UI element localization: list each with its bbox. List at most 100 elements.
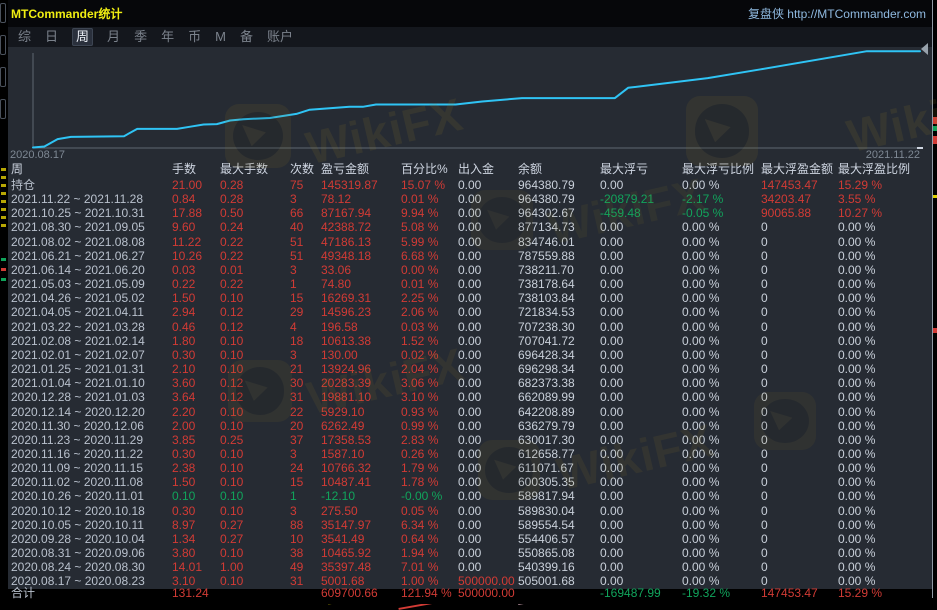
menu-item-M[interactable]: M — [215, 28, 226, 46]
bg-fragment — [933, 328, 937, 333]
menu-item-备[interactable]: 备 — [240, 28, 253, 46]
brand-link[interactable]: 复盘侠 http://MTCommander.com — [748, 5, 926, 22]
table-row[interactable]: 2020.12.28 ~ 2021.01.033.640.123119881.1… — [8, 390, 932, 404]
cell: 0.00 % — [838, 263, 932, 277]
cell: 0.00 — [458, 518, 518, 532]
cell: 0.00 % — [682, 277, 761, 291]
cell: 0.00 — [600, 249, 682, 263]
cell: 0.00 % — [682, 235, 761, 249]
cell: 0.10 — [220, 405, 290, 419]
table-row[interactable]: 2021.06.14 ~ 2021.06.200.030.01333.060.0… — [8, 263, 932, 277]
table-row[interactable]: 2021.01.25 ~ 2021.01.312.100.102113924.9… — [8, 362, 932, 376]
table-row[interactable]: 2021.10.25 ~ 2021.10.3117.880.506687167.… — [8, 206, 932, 220]
chart-end-date-label: 2021.11.22 — [866, 149, 920, 161]
column-header[interactable]: 最大手数 — [220, 161, 290, 178]
cell: 9.60 — [172, 220, 220, 234]
cell: 10465.92 — [321, 546, 401, 560]
table-row[interactable]: 2021.11.22 ~ 2021.11.280.840.28378.120.0… — [8, 192, 932, 206]
cell: 3 — [290, 504, 321, 518]
column-header[interactable]: 余额 — [518, 161, 600, 178]
cell: 6.68 % — [401, 249, 458, 263]
cell-period: 2020.08.31 ~ 2020.09.06 — [11, 546, 172, 560]
table-row[interactable]: 2020.10.05 ~ 2020.10.118.970.278835147.9… — [8, 518, 932, 532]
table-row[interactable]: 2021.05.03 ~ 2021.05.090.220.22174.800.0… — [8, 277, 932, 291]
bg-fragment — [1, 208, 6, 211]
cell: 696428.34 — [518, 348, 600, 362]
cell: 0.00 % — [682, 362, 761, 376]
table-row[interactable]: 2020.10.12 ~ 2020.10.180.300.103275.500.… — [8, 504, 932, 518]
menu-item-账户[interactable]: 账户 — [267, 28, 293, 46]
cell: 0.00 % — [838, 334, 932, 348]
table-row[interactable]: 2021.06.21 ~ 2021.06.2710.260.225149348.… — [8, 249, 932, 263]
table-row[interactable]: 2020.10.26 ~ 2020.11.010.100.101-12.10-0… — [8, 489, 932, 503]
menu-item-年[interactable]: 年 — [161, 28, 174, 46]
cell: 642208.89 — [518, 405, 600, 419]
cell: 505001.68 — [518, 574, 600, 588]
cell: 15.07 % — [401, 178, 458, 192]
cell: 0.00 — [458, 532, 518, 546]
table-row[interactable]: 持仓21.000.2875145319.8715.07 %0.00964380.… — [8, 178, 932, 192]
cell-period: 2021.04.26 ~ 2021.05.02 — [11, 291, 172, 305]
cell: 0.27 — [220, 532, 290, 546]
menu-item-季[interactable]: 季 — [134, 28, 147, 46]
table-row[interactable]: 2021.04.05 ~ 2021.04.112.940.122914596.2… — [8, 305, 932, 319]
title-bar[interactable]: MTCommander统计 复盘侠 http://MTCommander.com — [8, 0, 932, 27]
column-header[interactable]: 出入金 — [458, 161, 518, 178]
cell: 0 — [761, 560, 838, 574]
cell: 3.85 — [172, 433, 220, 447]
menu-item-周[interactable]: 周 — [72, 28, 93, 46]
cell: 0.00 — [600, 305, 682, 319]
column-header[interactable]: 次数 — [290, 161, 321, 178]
column-header[interactable]: 盈亏金额 — [321, 161, 401, 178]
column-header[interactable]: 最大浮盈比例 — [838, 161, 932, 178]
menu-bar: 综日周月季年币M备账户 — [8, 27, 932, 47]
cell: 0.22 — [172, 277, 220, 291]
column-header[interactable]: 百分比% — [401, 161, 458, 178]
cell-period: 2020.11.23 ~ 2020.11.29 — [11, 433, 172, 447]
table-row[interactable]: 2021.02.01 ~ 2021.02.070.300.103130.000.… — [8, 348, 932, 362]
cell: 0.12 — [220, 376, 290, 390]
table-row[interactable]: 2021.08.02 ~ 2021.08.0811.220.225147186.… — [8, 235, 932, 249]
menu-item-月[interactable]: 月 — [107, 28, 120, 46]
menu-item-币[interactable]: 币 — [188, 28, 201, 46]
table-row[interactable]: 2021.08.30 ~ 2021.09.059.600.244042388.7… — [8, 220, 932, 234]
cell: 31 — [290, 390, 321, 404]
table-row[interactable]: 2020.11.30 ~ 2020.12.062.000.10206262.49… — [8, 419, 932, 433]
table-row[interactable]: 2021.03.22 ~ 2021.03.280.460.124196.580.… — [8, 320, 932, 334]
column-header[interactable]: 手数 — [172, 161, 220, 178]
table-row[interactable]: 2020.11.02 ~ 2020.11.081.500.101510487.4… — [8, 475, 932, 489]
table-row[interactable]: 2020.12.14 ~ 2020.12.202.200.10225929.10… — [8, 405, 932, 419]
table-row[interactable]: 2020.11.09 ~ 2020.11.152.380.102410766.3… — [8, 461, 932, 475]
menu-item-综[interactable]: 综 — [18, 28, 31, 46]
table-row[interactable]: 2020.11.16 ~ 2020.11.220.300.1031587.100… — [8, 447, 932, 461]
cell: 0 — [761, 362, 838, 376]
column-header[interactable]: 最大浮亏 — [600, 161, 682, 178]
cell: 738211.70 — [518, 263, 600, 277]
cell: 0 — [761, 249, 838, 263]
cell: 10.27 % — [838, 206, 932, 220]
table-row[interactable]: 2021.01.04 ~ 2021.01.103.600.123020283.3… — [8, 376, 932, 390]
cell: 721834.53 — [518, 305, 600, 319]
column-header[interactable]: 周 — [11, 161, 172, 178]
table-row[interactable]: 2020.08.24 ~ 2020.08.3014.011.004935397.… — [8, 560, 932, 574]
column-header[interactable]: 最大浮亏比例 — [682, 161, 761, 178]
cell: 1.80 — [172, 334, 220, 348]
cell: -2.17 % — [682, 192, 761, 206]
cell: 0 — [761, 461, 838, 475]
table-row[interactable]: 2020.09.28 ~ 2020.10.041.340.27103541.49… — [8, 532, 932, 546]
cell — [220, 589, 290, 599]
equity-chart[interactable]: 2020.08.17 2021.11.22 — [8, 47, 933, 161]
cell: 609700.66 — [321, 589, 401, 599]
cell: 20283.39 — [321, 376, 401, 390]
menu-item-日[interactable]: 日 — [45, 28, 58, 46]
table-row[interactable]: 2020.08.31 ~ 2020.09.063.800.103810465.9… — [8, 546, 932, 560]
cell-period: 持仓 — [11, 178, 172, 192]
cell: 0 — [761, 348, 838, 362]
table-row[interactable]: 2021.04.26 ~ 2021.05.021.500.101516269.3… — [8, 291, 932, 305]
cell: 0.00 % — [682, 405, 761, 419]
table-row[interactable]: 2020.11.23 ~ 2020.11.293.850.253717358.5… — [8, 433, 932, 447]
cell: 0.00 % — [682, 433, 761, 447]
column-header[interactable]: 最大浮盈金额 — [761, 161, 838, 178]
mtcommander-window: MTCommander统计 复盘侠 http://MTCommander.com… — [8, 0, 933, 598]
table-row[interactable]: 2021.02.08 ~ 2021.02.141.800.101810613.3… — [8, 334, 932, 348]
